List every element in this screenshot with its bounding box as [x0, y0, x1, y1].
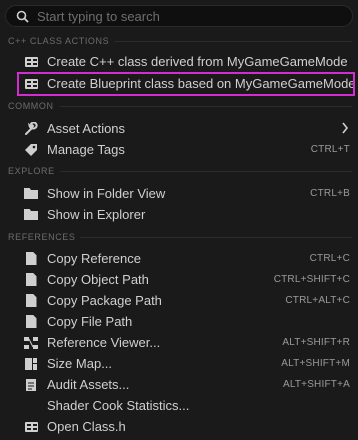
- menu-item-shortcut: CTRL+SHIFT+C: [273, 274, 350, 285]
- menu-item-manage-tags[interactable]: Manage Tags CTRL+T: [0, 139, 358, 160]
- section-divider: [80, 237, 352, 238]
- wrench-icon: [23, 121, 39, 137]
- menu-item-copy-file-path[interactable]: Copy File Path: [0, 311, 358, 332]
- context-menu: C++ CLASS ACTIONS Create C++ class deriv…: [0, 0, 358, 440]
- menu-item-asset-actions[interactable]: Asset Actions: [0, 118, 358, 139]
- section-divider: [60, 171, 352, 172]
- size-map-icon: [23, 356, 39, 372]
- menu-item-label: Audit Assets...: [47, 377, 130, 392]
- folder-icon: [23, 207, 39, 223]
- section-divider: [114, 41, 352, 42]
- menu-item-create-blueprint-class[interactable]: Create Blueprint class based on MyGameGa…: [0, 73, 358, 94]
- menu-item-shortcut: ALT+SHIFT+A: [282, 379, 350, 390]
- menu-item-show-in-explorer[interactable]: Show in Explorer: [0, 204, 358, 225]
- menu-item-label: Copy Object Path: [47, 272, 149, 287]
- menu-item-shortcut: CTRL+C: [309, 253, 350, 264]
- menu-item-size-map[interactable]: Size Map... ALT+SHIFT+M: [0, 353, 358, 374]
- menu-item-label: Copy Package Path: [47, 293, 162, 308]
- menu-item-open-class-h[interactable]: Open Class.h: [0, 416, 358, 437]
- menu-item-label: Shader Cook Statistics...: [47, 398, 190, 413]
- menu-item-shader-cook-statistics[interactable]: Shader Cook Statistics...: [0, 395, 358, 416]
- section-header-references: REFERENCES: [8, 232, 76, 242]
- section-header-common: COMMON: [8, 101, 54, 111]
- menu-item-label: Reference Viewer...: [47, 335, 161, 350]
- menu-item-copy-object-path[interactable]: Copy Object Path CTRL+SHIFT+C: [0, 269, 358, 290]
- class-icon: [23, 76, 39, 92]
- menu-item-copy-reference[interactable]: Copy Reference CTRL+C: [0, 248, 358, 269]
- menu-item-shortcut: ALT+SHIFT+M: [281, 358, 350, 369]
- menu-item-shortcut: ALT+SHIFT+R: [282, 337, 350, 348]
- menu-item-shortcut: CTRL+B: [310, 188, 350, 199]
- folder-icon: [23, 186, 39, 202]
- menu-item-label: Show in Explorer: [47, 207, 146, 222]
- copy-icon: [23, 251, 39, 267]
- section-divider: [60, 106, 352, 107]
- search-box[interactable]: [5, 5, 353, 27]
- menu-item-show-in-folder-view[interactable]: Show in Folder View CTRL+B: [0, 183, 358, 204]
- menu-item-label: Copy File Path: [47, 314, 133, 329]
- menu-item-label: Size Map...: [47, 356, 113, 371]
- copy-icon: [23, 293, 39, 309]
- search-icon: [13, 7, 31, 25]
- copy-icon: [23, 314, 39, 330]
- class-icon: [23, 419, 39, 435]
- audit-icon: [23, 377, 39, 393]
- menu-item-shortcut: CTRL+T: [310, 144, 350, 155]
- menu-item-create-cpp-class[interactable]: Create C++ class derived from MyGameGame…: [0, 51, 358, 72]
- chevron-right-icon: [341, 121, 349, 139]
- menu-item-label: Manage Tags: [47, 142, 125, 157]
- menu-item-reference-viewer[interactable]: Reference Viewer... ALT+SHIFT+R: [0, 332, 358, 353]
- copy-icon: [23, 272, 39, 288]
- menu-item-audit-assets[interactable]: Audit Assets... ALT+SHIFT+A: [0, 374, 358, 395]
- menu-item-label: Show in Folder View: [47, 186, 166, 201]
- tag-icon: [23, 142, 39, 158]
- menu-item-label: Open Class.h: [47, 419, 126, 434]
- menu-item-copy-package-path[interactable]: Copy Package Path CTRL+ALT+C: [0, 290, 358, 311]
- reference-viewer-icon: [23, 335, 39, 351]
- menu-item-label: Copy Reference: [47, 251, 141, 266]
- section-header-cpp-class-actions: C++ CLASS ACTIONS: [8, 36, 110, 46]
- class-icon: [23, 54, 39, 70]
- menu-item-label: Create Blueprint class based on MyGameGa…: [47, 76, 356, 91]
- menu-item-label: Asset Actions: [47, 121, 126, 136]
- search-input[interactable]: [35, 7, 352, 25]
- menu-item-label: Create C++ class derived from MyGameGame…: [47, 54, 348, 69]
- section-header-explore: EXPLORE: [8, 166, 55, 176]
- menu-item-shortcut: CTRL+ALT+C: [285, 295, 350, 306]
